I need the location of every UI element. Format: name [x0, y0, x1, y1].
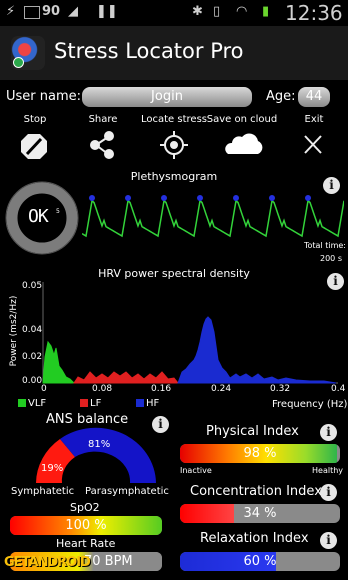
save-on-cloud-label: Save on cloud	[206, 114, 278, 125]
hrv-xtick: 0.4	[331, 384, 346, 394]
spo2-value: 100 %	[65, 518, 107, 533]
app-title-bar: Stress Locator Pro	[0, 26, 348, 80]
physical-index-title: Physical Index	[206, 424, 299, 439]
share-label: Share	[88, 114, 118, 125]
vibrate-icon: ▯	[213, 4, 221, 19]
share-icon	[90, 131, 114, 159]
hrv-title: HRV power spectral density	[98, 267, 250, 280]
battery-icon: ▮	[262, 4, 270, 19]
sim-number: 90	[42, 4, 61, 19]
relaxation-index-value: 60 %	[243, 554, 277, 569]
signal-icon: ◢	[68, 4, 78, 19]
lf-band-area	[73, 371, 180, 384]
sim-card-icon	[24, 6, 40, 19]
plethysmogram-peak-marker	[125, 195, 131, 201]
plethysmogram-waveform	[82, 199, 344, 238]
plethysmogram-peak-marker	[197, 195, 203, 201]
user-name-label: User name:	[6, 89, 82, 104]
share-button[interactable]	[90, 131, 114, 159]
stop-icon	[21, 134, 47, 159]
sympathetic-percent: 19%	[41, 463, 64, 474]
save-on-cloud-button[interactable]	[225, 133, 263, 154]
cloud-icon	[225, 133, 263, 154]
plethysmogram-chart	[82, 195, 344, 238]
exit-label: Exit	[304, 114, 324, 125]
legend-lf-label: LF	[90, 398, 102, 409]
total-time-label: Total time:	[304, 241, 346, 250]
plethysmogram-peak-marker	[269, 195, 275, 201]
ans-balance-gauge	[36, 427, 156, 483]
concentration-index-title: Concentration Index	[190, 484, 322, 499]
plethysmogram-peaks	[89, 195, 311, 201]
gauge-text: OK	[28, 206, 49, 227]
status-bar: ⚡ 90 ◢ ❚❚ ✱ ▯ ◠ ▮ 12:36	[0, 0, 348, 26]
parasympathetic-segment	[60, 427, 156, 483]
physical-info-icon[interactable]: i	[320, 424, 337, 441]
relaxation-index-bar: 60 %	[180, 552, 340, 571]
legend-vlf-label: VLF	[28, 398, 47, 409]
stop-button[interactable]	[21, 134, 47, 159]
parasympathetic-percent: 81%	[88, 439, 111, 450]
hrv-psd-chart	[42, 282, 338, 384]
pause-icon: ❚❚	[96, 4, 118, 19]
app-title: Stress Locator Pro	[54, 39, 244, 63]
physical-right-label: Healthy	[312, 466, 344, 475]
spo2-label: SpO2	[70, 501, 100, 514]
close-icon	[304, 135, 322, 154]
toolbar	[21, 131, 322, 159]
app-logo-icon	[11, 36, 45, 70]
concentration-index-bar: 34 %	[180, 504, 340, 523]
sympathetic-label: Symphatetic	[11, 486, 75, 497]
exit-button[interactable]	[304, 135, 322, 154]
hrv-xtick: 0.16	[151, 384, 172, 394]
gauge-sub: 5	[56, 208, 60, 215]
watermark: GETANDROID	[4, 555, 91, 570]
plethysmogram-peak-marker	[89, 195, 95, 201]
age-field[interactable]: 44	[298, 87, 330, 107]
concentration-info-icon[interactable]: i	[320, 484, 337, 501]
vlf-band-area	[42, 340, 76, 384]
hf-band-area	[177, 316, 337, 384]
hrv-xtick: 0.08	[92, 384, 113, 394]
physical-index-value: 98 %	[243, 446, 277, 461]
hrv-xtick: 0	[41, 384, 47, 394]
crosshair-icon	[160, 131, 188, 159]
total-time-value: 200 s	[320, 254, 342, 263]
legend-hf-label: HF	[146, 398, 160, 409]
plethysmogram-peak-marker	[233, 195, 239, 201]
bluetooth-icon: ✱	[192, 4, 203, 19]
plethysmogram-peak-marker	[161, 195, 167, 201]
hrv-ylabel: Power (ms2/Hz)	[9, 295, 19, 367]
legend-vlf-swatch	[18, 399, 26, 407]
relaxation-info-icon[interactable]: i	[320, 532, 337, 549]
wifi-icon: ◠	[236, 4, 248, 19]
hrv-xtick: 0.24	[211, 384, 232, 394]
concentration-index-value: 34 %	[243, 506, 277, 521]
parasympathetic-label: Parasymphatetic	[85, 486, 169, 497]
plethysmogram-peak-marker	[305, 195, 311, 201]
legend-hf-swatch	[136, 399, 144, 407]
physical-index-bar: 98 %	[180, 444, 340, 463]
hrv-xlabel: Frequency (Hz)	[272, 399, 348, 410]
legend-lf-swatch	[80, 399, 88, 407]
usb-icon: ⚡	[6, 4, 16, 19]
age-label: Age:	[266, 89, 296, 104]
physical-left-label: Inactive	[180, 466, 212, 475]
hrv-xtick: 0.32	[270, 384, 291, 394]
clock: 12:36	[285, 1, 343, 25]
locate-stress-button[interactable]	[160, 131, 188, 159]
user-name-field[interactable]: Jogin	[82, 87, 252, 107]
relaxation-index-title: Relaxation Index	[200, 531, 309, 546]
spo2-bar: 100 %	[10, 516, 162, 535]
heart-rate-label: Heart Rate	[56, 537, 116, 550]
